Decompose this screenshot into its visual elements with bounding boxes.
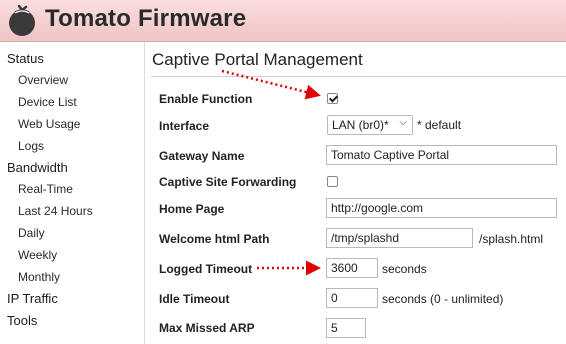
home-page-label: Home Page xyxy=(159,202,225,216)
logged-timeout-unit: seconds xyxy=(382,262,427,276)
logged-timeout-input[interactable] xyxy=(326,258,378,278)
tomato-icon xyxy=(9,5,35,36)
sidebar-item-device-list[interactable]: Device List xyxy=(18,95,77,109)
idle-timeout-unit: seconds (0 - unlimited) xyxy=(382,292,504,306)
interface-label: Interface xyxy=(159,119,210,133)
sidebar-item-ip-traffic[interactable]: IP Traffic xyxy=(7,291,58,306)
welcome-path-input[interactable] xyxy=(326,228,473,248)
app-header: Tomato Firmware xyxy=(0,0,566,42)
sidebar-item-web-usage[interactable]: Web Usage xyxy=(18,117,80,131)
logged-timeout-label: Logged Timeout xyxy=(159,262,253,276)
sidebar-item-daily[interactable]: Daily xyxy=(18,226,45,240)
sidebar-item-logs[interactable]: Logs xyxy=(18,139,44,153)
app-title: Tomato Firmware xyxy=(45,5,247,32)
captive-site-forwarding-checkbox[interactable] xyxy=(327,176,338,187)
gateway-name-label: Gateway Name xyxy=(159,149,245,163)
idle-timeout-label: Idle Timeout xyxy=(159,292,230,306)
interface-select[interactable]: LAN (br0)* ⌵ xyxy=(327,115,413,135)
sidebar-item-monthly[interactable]: Monthly xyxy=(18,270,60,284)
enable-function-label: Enable Function xyxy=(159,92,253,106)
captive-site-forwarding-label: Captive Site Forwarding xyxy=(159,175,297,189)
sidebar-item-overview[interactable]: Overview xyxy=(18,73,68,87)
sidebar-item-real-time[interactable]: Real-Time xyxy=(18,182,73,196)
sidebar-item-status[interactable]: Status xyxy=(7,51,44,66)
interface-default-note: * default xyxy=(417,118,462,132)
section-divider xyxy=(151,76,566,77)
chevron-down-icon: ⌵ xyxy=(399,117,407,128)
section-title: Captive Portal Management xyxy=(152,50,363,69)
sidebar-item-bandwidth[interactable]: Bandwidth xyxy=(7,160,68,175)
sidebar-item-tools[interactable]: Tools xyxy=(7,313,37,328)
sidebar-nav: Status Overview Device List Web Usage Lo… xyxy=(0,42,145,344)
max-missed-arp-label: Max Missed ARP xyxy=(159,321,255,335)
enable-function-checkbox[interactable] xyxy=(327,93,338,104)
sidebar-item-last-24-hours[interactable]: Last 24 Hours xyxy=(18,204,93,218)
idle-timeout-input[interactable] xyxy=(326,288,378,308)
welcome-path-label: Welcome html Path xyxy=(159,232,270,246)
gateway-name-input[interactable] xyxy=(326,145,557,165)
home-page-input[interactable] xyxy=(326,198,557,218)
max-missed-arp-input[interactable] xyxy=(326,318,366,338)
welcome-path-suffix: /splash.html xyxy=(479,232,544,246)
sidebar-item-weekly[interactable]: Weekly xyxy=(18,248,57,262)
interface-select-value: LAN (br0)* xyxy=(332,118,389,132)
